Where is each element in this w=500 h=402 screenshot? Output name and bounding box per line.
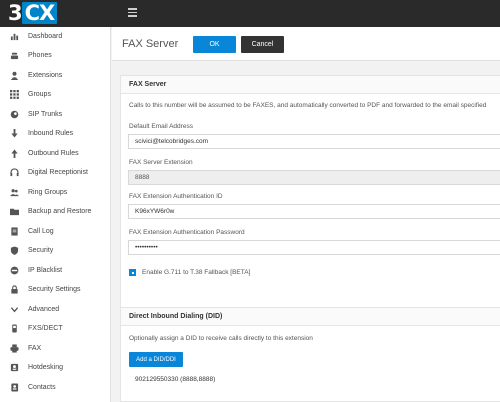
fallback-checkbox[interactable] <box>129 269 136 276</box>
sidebar-item-label: Call Log <box>28 227 54 235</box>
grid-icon <box>10 90 19 99</box>
add-did-button[interactable]: Add a DID/DDI <box>129 352 183 367</box>
extension-field: 8888 <box>128 170 500 185</box>
document-icon <box>10 226 19 236</box>
sidebar-item-label: FAX <box>28 344 42 352</box>
lock-icon <box>10 285 19 294</box>
sidebar-item-label: Security Settings <box>28 286 81 293</box>
headset-icon <box>10 168 19 177</box>
sidebar-item-label: Ring Groups <box>28 188 68 196</box>
arrow-down-icon <box>10 129 19 138</box>
sidebar-item-fxs-dect[interactable]: FXS/DECT <box>0 320 111 338</box>
ok-button[interactable]: OK <box>193 36 236 53</box>
chevron-down-icon <box>10 305 19 314</box>
sidebar-item-label: Inbound Rules <box>28 130 74 137</box>
sidebar-item-fax[interactable]: FAX <box>0 339 111 357</box>
page-header: FAX Server OK Cancel <box>112 27 500 61</box>
auth-id-field[interactable]: K96xYW6r0w <box>128 204 500 219</box>
main-content: FAX Server OK Cancel FAX Server Calls to… <box>112 27 500 402</box>
phone-icon <box>10 51 19 60</box>
auth-password-field[interactable]: •••••••••• <box>128 240 500 255</box>
top-bar: 3 CX <box>0 0 500 27</box>
globe-icon <box>10 110 19 119</box>
logo-number: 3 <box>8 1 23 25</box>
sidebar-item-label: Contacts <box>28 383 56 391</box>
sidebar-item-dashboard[interactable]: Dashboard <box>0 27 111 45</box>
did-panel: Direct Inbound Dialing (DID) Optionally … <box>120 307 500 402</box>
panel-header: FAX Server <box>121 76 500 94</box>
sidebar-item-backup-restore[interactable]: Backup and Restore <box>0 203 111 221</box>
sidebar-item-label: SIP Trunks <box>28 110 63 118</box>
sidebar: Dashboard Phones Extensions Groups SIP T… <box>0 27 111 402</box>
app-logo[interactable]: 3 CX <box>8 1 58 25</box>
sidebar-item-security-settings[interactable]: Security Settings <box>0 281 111 299</box>
fax-description: Calls to this number will be assumed to … <box>129 102 487 109</box>
extension-label: FAX Server Extension <box>129 159 193 166</box>
sidebar-item-label: FXS/DECT <box>28 325 63 332</box>
sidebar-item-contacts[interactable]: Contacts <box>0 378 111 396</box>
sidebar-item-label: Advanced <box>28 305 60 313</box>
sidebar-item-phones[interactable]: Phones <box>0 47 111 65</box>
sidebar-item-digital-receptionist[interactable]: Digital Receptionist <box>0 164 111 182</box>
sidebar-item-advanced[interactable]: Advanced <box>0 300 111 318</box>
sidebar-item-inbound-rules[interactable]: Inbound Rules <box>0 125 111 143</box>
user-icon <box>10 71 19 80</box>
cancel-button[interactable]: Cancel <box>241 36 284 53</box>
did-description: Optionally assign a DID to receive calls… <box>129 335 313 342</box>
sidebar-item-label: Extensions <box>28 71 63 79</box>
logo-text: CX <box>24 1 56 25</box>
users-icon <box>10 188 19 197</box>
sidebar-item-call-log[interactable]: Call Log <box>0 222 111 240</box>
logo-box: CX <box>21 1 58 25</box>
sidebar-item-label: Dashboard <box>28 32 63 40</box>
sidebar-item-sip-trunks[interactable]: SIP Trunks <box>0 105 111 123</box>
fallback-label: Enable G.711 to T.38 Fallback [BETA] <box>142 269 251 276</box>
hotdesk-icon <box>10 363 19 372</box>
sidebar-item-ip-blacklist[interactable]: IP Blacklist <box>0 261 111 279</box>
sidebar-item-label: Phones <box>28 52 52 59</box>
page-title: FAX Server <box>122 38 179 50</box>
hamburger-menu-icon[interactable] <box>128 8 137 17</box>
shield-icon <box>10 246 19 255</box>
sidebar-item-label: Digital Receptionist <box>28 169 88 176</box>
arrow-up-icon <box>10 148 19 158</box>
panel-title: Direct Inbound Dialing (DID) <box>129 313 223 320</box>
fax-server-panel: FAX Server Calls to this number will be … <box>120 75 500 319</box>
sidebar-item-label: Hotdesking <box>28 364 64 371</box>
folder-icon <box>10 207 19 216</box>
device-icon <box>10 324 19 333</box>
sidebar-item-hotdesking[interactable]: Hotdesking <box>0 359 111 377</box>
bar-chart-icon <box>10 32 19 41</box>
did-entry[interactable]: 902129550330 (8888,8888) <box>135 376 215 383</box>
sidebar-item-groups[interactable]: Groups <box>0 86 111 104</box>
panel-title: FAX Server <box>129 81 167 88</box>
sidebar-item-label: Backup and Restore <box>28 208 92 215</box>
sidebar-item-extensions[interactable]: Extensions <box>0 66 111 84</box>
auth-id-label: FAX Extension Authentication ID <box>129 193 223 200</box>
block-icon <box>10 266 19 275</box>
auth-password-label: FAX Extension Authentication Password <box>129 229 245 236</box>
contacts-icon <box>10 382 19 392</box>
sidebar-item-label: Groups <box>28 91 51 98</box>
sidebar-item-label: Outbound Rules <box>28 149 79 157</box>
email-field[interactable]: scivici@telcobridges.com <box>128 134 500 149</box>
sidebar-item-security[interactable]: Security <box>0 242 111 260</box>
fax-icon <box>10 343 19 353</box>
sidebar-item-label: Security <box>28 247 54 254</box>
sidebar-item-ring-groups[interactable]: Ring Groups <box>0 183 111 201</box>
email-label: Default Email Address <box>129 123 193 130</box>
sidebar-item-outbound-rules[interactable]: Outbound Rules <box>0 144 111 162</box>
sidebar-item-label: IP Blacklist <box>28 266 63 274</box>
panel-header: Direct Inbound Dialing (DID) <box>121 308 500 326</box>
